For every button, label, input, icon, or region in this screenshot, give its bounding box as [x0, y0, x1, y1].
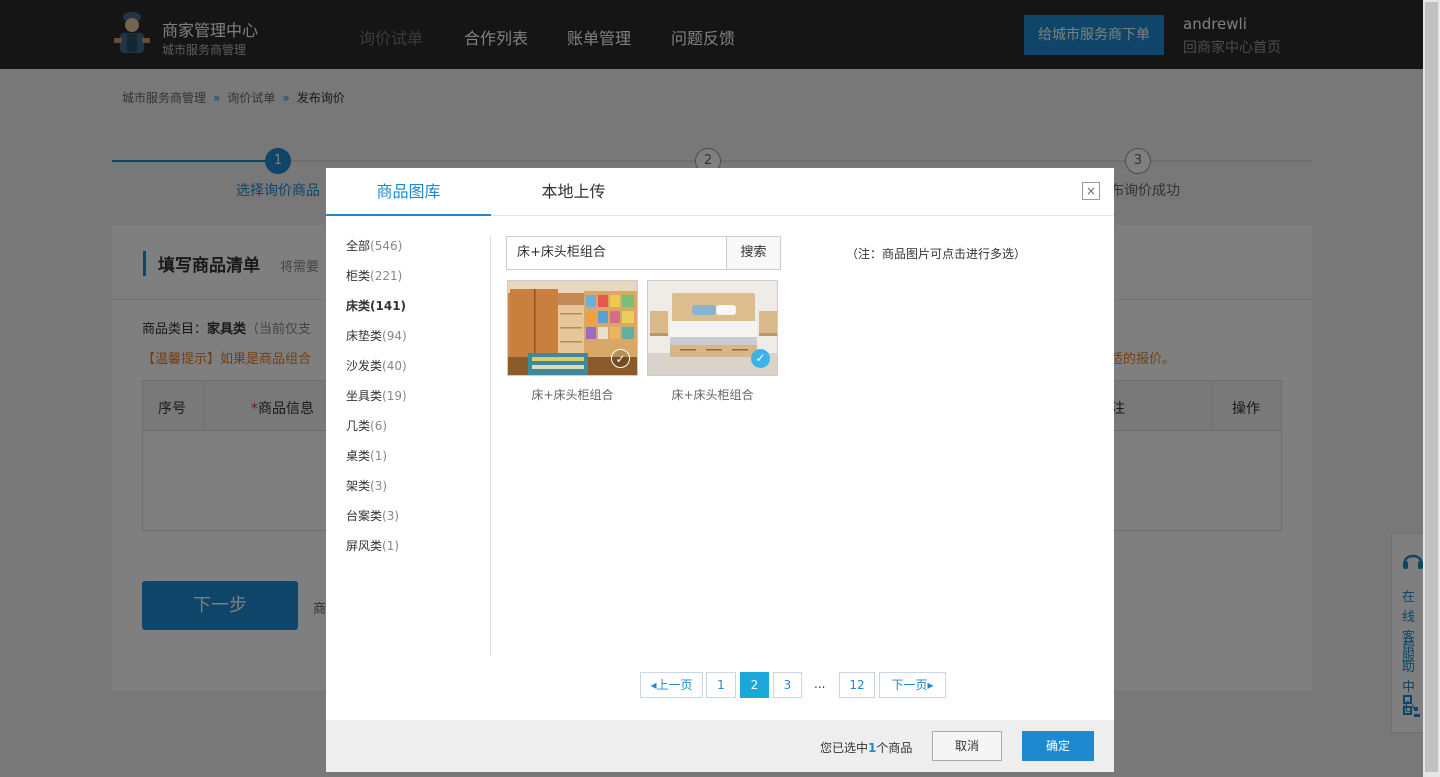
category-shelf[interactable]: 架类(3)	[346, 478, 407, 508]
selected-prefix: 您已选中	[820, 741, 869, 755]
category-divider	[490, 236, 491, 656]
category-list: 全部(546) 柜类(221) 床类(141) 床垫类(94) 沙发类(40) …	[346, 238, 407, 568]
selected-count-info: 您已选中1个商品	[820, 739, 912, 756]
category-sofa[interactable]: 沙发类(40)	[346, 358, 407, 388]
page-scrollbar[interactable]	[1423, 0, 1440, 777]
pagination-prev-button[interactable]: ◂上一页	[640, 672, 703, 698]
product-thumbnail-1[interactable]: ✓	[507, 280, 638, 376]
close-icon[interactable]: ×	[1082, 182, 1100, 200]
product-thumbnail-2[interactable]: ✓	[647, 280, 778, 376]
product-caption: 床+床头柜组合	[531, 388, 614, 402]
category-name: 几类	[346, 419, 371, 433]
category-count: (141)	[370, 299, 407, 313]
image-picker-dialog: 商品图库 本地上传 × 全部(546) 柜类(221) 床类(141) 床垫类(…	[326, 168, 1114, 772]
category-name: 屏风类	[346, 539, 383, 553]
product-caption: 床+床头柜组合	[671, 388, 754, 402]
category-count: (6)	[370, 419, 388, 433]
category-all[interactable]: 全部(546)	[346, 238, 407, 268]
category-name: 架类	[346, 479, 371, 493]
pagination-next-button[interactable]: 下一页▸	[879, 672, 946, 698]
cancel-button[interactable]: 取消	[932, 731, 1002, 761]
dialog-footer: 您已选中1个商品 取消 确定	[326, 720, 1114, 772]
category-name: 沙发类	[346, 359, 383, 373]
pagination-page-1[interactable]: 1	[706, 672, 736, 698]
caret-right-icon: ▸	[927, 678, 934, 692]
pagination-ellipsis: ...	[814, 677, 826, 691]
category-screen[interactable]: 屏风类(1)	[346, 538, 407, 568]
category-bed[interactable]: 床类(141)	[346, 298, 407, 328]
category-count: (221)	[370, 269, 403, 283]
dialog-tabs: 商品图库 本地上传	[326, 168, 1114, 216]
next-label: 下一页	[891, 678, 928, 692]
category-desk[interactable]: 台案类(3)	[346, 508, 407, 538]
category-count: (94)	[382, 329, 407, 343]
category-name: 床垫类	[346, 329, 383, 343]
scrollbar-thumb[interactable]	[1425, 2, 1438, 772]
category-side-table[interactable]: 几类(6)	[346, 418, 407, 448]
category-count: (19)	[382, 389, 407, 403]
checked-icon[interactable]: ✓	[751, 349, 770, 368]
confirm-button[interactable]: 确定	[1022, 731, 1094, 761]
category-name: 桌类	[346, 449, 371, 463]
category-name: 柜类	[346, 269, 371, 283]
search-input[interactable]: 床+床头柜组合	[506, 236, 727, 270]
category-name: 床类	[346, 299, 371, 313]
category-mattress[interactable]: 床垫类(94)	[346, 328, 407, 358]
unchecked-icon[interactable]: ✓	[611, 349, 630, 368]
prev-label: 上一页	[656, 678, 693, 692]
pagination-page-2[interactable]: 2	[740, 672, 769, 698]
search-button[interactable]: 搜索	[726, 236, 781, 270]
multi-select-note: （注：商品图片可点击进行多选）	[846, 247, 1027, 261]
category-count: (3)	[370, 479, 388, 493]
category-cabinet[interactable]: 柜类(221)	[346, 268, 407, 298]
category-count: (3)	[382, 509, 400, 523]
category-count: (40)	[382, 359, 407, 373]
selected-suffix: 个商品	[876, 741, 913, 755]
pagination-page-3[interactable]: 3	[773, 672, 802, 698]
category-count: (1)	[382, 539, 400, 553]
category-table[interactable]: 桌类(1)	[346, 448, 407, 478]
category-count: (1)	[370, 449, 388, 463]
category-name: 台案类	[346, 509, 383, 523]
pagination-page-12[interactable]: 12	[839, 672, 875, 698]
category-name: 坐具类	[346, 389, 383, 403]
category-name: 全部	[346, 239, 371, 253]
category-seating[interactable]: 坐具类(19)	[346, 388, 407, 418]
category-count: (546)	[370, 239, 403, 253]
tab-local-upload[interactable]: 本地上传	[491, 168, 656, 216]
tab-image-library[interactable]: 商品图库	[326, 168, 491, 216]
